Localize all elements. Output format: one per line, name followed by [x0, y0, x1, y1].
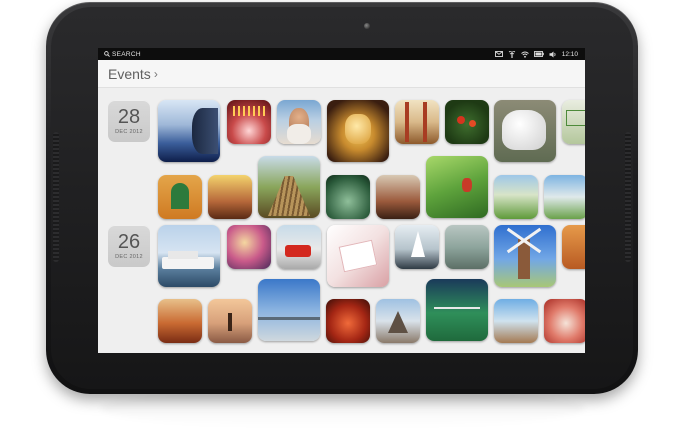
date-badge[interactable]: 26 DEC 2012 [108, 225, 150, 267]
photo-thumbnail[interactable] [562, 100, 585, 144]
events-header: Events › [98, 60, 585, 88]
photo-thumbnail[interactable] [327, 225, 389, 287]
search-label: SEARCH [112, 50, 141, 58]
camera-icon [364, 23, 370, 29]
photo-thumbnail[interactable] [544, 299, 585, 343]
battery-icon[interactable] [533, 51, 544, 57]
photo-thumbnail[interactable] [426, 156, 488, 218]
date-day: 28 [117, 106, 141, 128]
page-title: Events [108, 66, 151, 82]
mail-icon[interactable] [494, 51, 503, 57]
events-grid: 28 DEC 2012 26 DEC 2012 [98, 89, 585, 353]
photo-thumbnail[interactable] [326, 175, 370, 219]
photo-thumbnail[interactable] [277, 100, 321, 144]
search-icon [104, 51, 110, 57]
photo-thumbnail[interactable] [208, 299, 252, 343]
photo-thumbnail[interactable] [494, 100, 556, 162]
photo-thumbnail[interactable] [494, 225, 556, 287]
photo-thumbnail[interactable] [395, 100, 439, 144]
date-month: DEC 2012 [115, 129, 143, 135]
photo-thumbnail[interactable] [158, 175, 202, 219]
tablet-reflection [100, 388, 585, 428]
photo-thumbnail[interactable] [158, 100, 220, 162]
photo-thumbnail[interactable] [426, 279, 488, 341]
photo-thumbnail[interactable] [227, 225, 271, 269]
photo-thumbnail[interactable] [445, 225, 489, 269]
status-bar: SEARCH 12:10 [98, 48, 585, 60]
clock[interactable]: 12:10 [562, 51, 578, 58]
photo-thumbnail[interactable] [376, 175, 420, 219]
date-badge[interactable]: 28 DEC 2012 [108, 100, 150, 142]
photo-thumbnail[interactable] [326, 299, 370, 343]
photo-thumbnail[interactable] [494, 175, 538, 219]
volume-icon[interactable] [549, 51, 557, 58]
photo-thumbnail[interactable] [376, 299, 420, 343]
date-day: 26 [117, 231, 141, 253]
photo-thumbnail[interactable] [562, 225, 585, 269]
date-month: DEC 2012 [115, 254, 143, 260]
photo-thumbnail[interactable] [544, 175, 585, 219]
photo-thumbnail[interactable] [158, 299, 202, 343]
photo-thumbnail[interactable] [208, 175, 252, 219]
network-icon[interactable] [508, 50, 516, 58]
photo-thumbnail[interactable] [395, 225, 439, 269]
photo-thumbnail[interactable] [494, 299, 538, 343]
left-speaker-grille [53, 132, 59, 262]
tablet-screen: SEARCH 12:10 Events › 28 DEC 2012 26 DEC… [98, 48, 585, 353]
photo-thumbnail[interactable] [327, 100, 389, 162]
photo-thumbnail[interactable] [445, 100, 489, 144]
chevron-right-icon: › [153, 67, 158, 81]
photo-thumbnail[interactable] [158, 225, 220, 287]
events-title-button[interactable]: Events › [108, 66, 158, 82]
wifi-icon[interactable] [520, 51, 529, 58]
right-speaker-grille [625, 132, 631, 262]
search-button[interactable]: SEARCH [98, 51, 141, 58]
photo-thumbnail[interactable] [258, 156, 320, 218]
photo-thumbnail[interactable] [227, 100, 271, 144]
photo-thumbnail[interactable] [258, 279, 320, 341]
photo-thumbnail[interactable] [277, 225, 321, 269]
